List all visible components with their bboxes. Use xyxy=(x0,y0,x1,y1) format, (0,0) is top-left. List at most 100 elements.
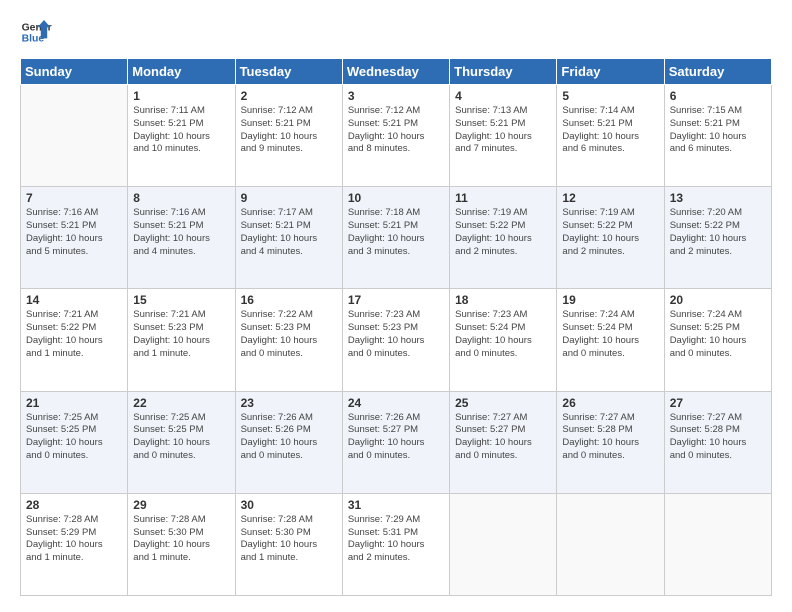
weekday-header-friday: Friday xyxy=(557,59,664,85)
calendar-cell: 31 Sunrise: 7:29 AM Sunset: 5:31 PM Dayli… xyxy=(342,493,449,595)
day-info: Sunrise: 7:12 AM Sunset: 5:21 PM Dayligh… xyxy=(241,105,337,156)
day-number: 23 xyxy=(241,396,337,410)
calendar-cell: 2 Sunrise: 7:12 AM Sunset: 5:21 PM Daylig… xyxy=(235,85,342,187)
day-number: 28 xyxy=(26,498,122,512)
day-info: Sunrise: 7:23 AM Sunset: 5:24 PM Dayligh… xyxy=(455,309,551,360)
calendar-cell: 10 Sunrise: 7:18 AM Sunset: 5:21 PM Dayli… xyxy=(342,187,449,289)
day-info: Sunrise: 7:16 AM Sunset: 5:21 PM Dayligh… xyxy=(26,207,122,258)
day-number: 8 xyxy=(133,191,229,205)
day-info: Sunrise: 7:20 AM Sunset: 5:22 PM Dayligh… xyxy=(670,207,766,258)
calendar-cell: 15 Sunrise: 7:21 AM Sunset: 5:23 PM Dayli… xyxy=(128,289,235,391)
calendar-cell xyxy=(557,493,664,595)
day-number: 14 xyxy=(26,293,122,307)
day-number: 10 xyxy=(348,191,444,205)
day-info: Sunrise: 7:14 AM Sunset: 5:21 PM Dayligh… xyxy=(562,105,658,156)
calendar-cell: 14 Sunrise: 7:21 AM Sunset: 5:22 PM Dayli… xyxy=(21,289,128,391)
weekday-header-row: SundayMondayTuesdayWednesdayThursdayFrid… xyxy=(21,59,772,85)
calendar-cell: 19 Sunrise: 7:24 AM Sunset: 5:24 PM Dayli… xyxy=(557,289,664,391)
day-number: 9 xyxy=(241,191,337,205)
day-info: Sunrise: 7:24 AM Sunset: 5:25 PM Dayligh… xyxy=(670,309,766,360)
calendar-cell: 4 Sunrise: 7:13 AM Sunset: 5:21 PM Daylig… xyxy=(450,85,557,187)
weekday-header-monday: Monday xyxy=(128,59,235,85)
day-number: 24 xyxy=(348,396,444,410)
day-info: Sunrise: 7:15 AM Sunset: 5:21 PM Dayligh… xyxy=(670,105,766,156)
logo-icon: General Blue xyxy=(20,16,52,48)
day-info: Sunrise: 7:28 AM Sunset: 5:30 PM Dayligh… xyxy=(133,514,229,565)
day-number: 21 xyxy=(26,396,122,410)
week-row-4: 21 Sunrise: 7:25 AM Sunset: 5:25 PM Dayli… xyxy=(21,391,772,493)
day-number: 12 xyxy=(562,191,658,205)
day-number: 18 xyxy=(455,293,551,307)
page: General Blue SundayMondayTuesdayWednesda… xyxy=(0,0,792,612)
day-number: 27 xyxy=(670,396,766,410)
calendar-cell: 13 Sunrise: 7:20 AM Sunset: 5:22 PM Dayli… xyxy=(664,187,771,289)
calendar-cell: 12 Sunrise: 7:19 AM Sunset: 5:22 PM Dayli… xyxy=(557,187,664,289)
day-number: 25 xyxy=(455,396,551,410)
day-info: Sunrise: 7:12 AM Sunset: 5:21 PM Dayligh… xyxy=(348,105,444,156)
calendar-cell: 30 Sunrise: 7:28 AM Sunset: 5:30 PM Dayli… xyxy=(235,493,342,595)
calendar-cell: 28 Sunrise: 7:28 AM Sunset: 5:29 PM Dayli… xyxy=(21,493,128,595)
calendar-cell: 9 Sunrise: 7:17 AM Sunset: 5:21 PM Daylig… xyxy=(235,187,342,289)
calendar-cell: 5 Sunrise: 7:14 AM Sunset: 5:21 PM Daylig… xyxy=(557,85,664,187)
day-number: 13 xyxy=(670,191,766,205)
day-number: 2 xyxy=(241,89,337,103)
calendar-cell: 7 Sunrise: 7:16 AM Sunset: 5:21 PM Daylig… xyxy=(21,187,128,289)
day-info: Sunrise: 7:27 AM Sunset: 5:27 PM Dayligh… xyxy=(455,412,551,463)
day-number: 15 xyxy=(133,293,229,307)
weekday-header-tuesday: Tuesday xyxy=(235,59,342,85)
calendar-cell: 23Sunrise: 7:26 AM Sunset: 5:26 PM Dayli… xyxy=(235,391,342,493)
calendar-cell: 18 Sunrise: 7:23 AM Sunset: 5:24 PM Dayli… xyxy=(450,289,557,391)
calendar-table: SundayMondayTuesdayWednesdayThursdayFrid… xyxy=(20,58,772,596)
day-number: 1 xyxy=(133,89,229,103)
day-info: Sunrise: 7:26 AM Sunset: 5:27 PM Dayligh… xyxy=(348,412,444,463)
day-number: 17 xyxy=(348,293,444,307)
calendar-cell: 20 Sunrise: 7:24 AM Sunset: 5:25 PM Dayli… xyxy=(664,289,771,391)
weekday-header-thursday: Thursday xyxy=(450,59,557,85)
day-info: Sunrise: 7:25 AM Sunset: 5:25 PM Dayligh… xyxy=(133,412,229,463)
day-number: 29 xyxy=(133,498,229,512)
day-number: 4 xyxy=(455,89,551,103)
day-number: 30 xyxy=(241,498,337,512)
calendar-cell xyxy=(21,85,128,187)
day-info: Sunrise: 7:22 AM Sunset: 5:23 PM Dayligh… xyxy=(241,309,337,360)
day-number: 3 xyxy=(348,89,444,103)
day-info: Sunrise: 7:21 AM Sunset: 5:23 PM Dayligh… xyxy=(133,309,229,360)
day-info: Sunrise: 7:18 AM Sunset: 5:21 PM Dayligh… xyxy=(348,207,444,258)
calendar-cell: 6 Sunrise: 7:15 AM Sunset: 5:21 PM Daylig… xyxy=(664,85,771,187)
calendar-cell: 22 Sunrise: 7:25 AM Sunset: 5:25 PM Dayli… xyxy=(128,391,235,493)
day-number: 6 xyxy=(670,89,766,103)
day-info: Sunrise: 7:13 AM Sunset: 5:21 PM Dayligh… xyxy=(455,105,551,156)
calendar-cell: 17 Sunrise: 7:23 AM Sunset: 5:23 PM Dayli… xyxy=(342,289,449,391)
day-info: Sunrise: 7:28 AM Sunset: 5:29 PM Dayligh… xyxy=(26,514,122,565)
calendar-cell: 24 Sunrise: 7:26 AM Sunset: 5:27 PM Dayli… xyxy=(342,391,449,493)
week-row-5: 28 Sunrise: 7:28 AM Sunset: 5:29 PM Dayli… xyxy=(21,493,772,595)
calendar-cell: 21Sunrise: 7:25 AM Sunset: 5:25 PM Dayli… xyxy=(21,391,128,493)
day-number: 22 xyxy=(133,396,229,410)
day-info: Sunrise: 7:11 AM Sunset: 5:21 PM Dayligh… xyxy=(133,105,229,156)
day-info: Sunrise: 7:24 AM Sunset: 5:24 PM Dayligh… xyxy=(562,309,658,360)
calendar-cell xyxy=(664,493,771,595)
day-info: Sunrise: 7:23 AM Sunset: 5:23 PM Dayligh… xyxy=(348,309,444,360)
calendar-cell: 11Sunrise: 7:19 AM Sunset: 5:22 PM Dayli… xyxy=(450,187,557,289)
week-row-2: 7 Sunrise: 7:16 AM Sunset: 5:21 PM Daylig… xyxy=(21,187,772,289)
day-number: 5 xyxy=(562,89,658,103)
day-info: Sunrise: 7:27 AM Sunset: 5:28 PM Dayligh… xyxy=(670,412,766,463)
logo: General Blue xyxy=(20,16,56,48)
day-number: 7 xyxy=(26,191,122,205)
day-number: 11 xyxy=(455,191,551,205)
day-info: Sunrise: 7:17 AM Sunset: 5:21 PM Dayligh… xyxy=(241,207,337,258)
day-info: Sunrise: 7:28 AM Sunset: 5:30 PM Dayligh… xyxy=(241,514,337,565)
calendar-cell: 16Sunrise: 7:22 AM Sunset: 5:23 PM Dayli… xyxy=(235,289,342,391)
day-number: 31 xyxy=(348,498,444,512)
weekday-header-sunday: Sunday xyxy=(21,59,128,85)
calendar-cell xyxy=(450,493,557,595)
day-info: Sunrise: 7:19 AM Sunset: 5:22 PM Dayligh… xyxy=(562,207,658,258)
day-number: 20 xyxy=(670,293,766,307)
week-row-3: 14 Sunrise: 7:21 AM Sunset: 5:22 PM Dayli… xyxy=(21,289,772,391)
weekday-header-wednesday: Wednesday xyxy=(342,59,449,85)
calendar-cell: 3 Sunrise: 7:12 AM Sunset: 5:21 PM Daylig… xyxy=(342,85,449,187)
calendar-cell: 26Sunrise: 7:27 AM Sunset: 5:28 PM Dayli… xyxy=(557,391,664,493)
day-number: 19 xyxy=(562,293,658,307)
day-info: Sunrise: 7:21 AM Sunset: 5:22 PM Dayligh… xyxy=(26,309,122,360)
day-info: Sunrise: 7:29 AM Sunset: 5:31 PM Dayligh… xyxy=(348,514,444,565)
